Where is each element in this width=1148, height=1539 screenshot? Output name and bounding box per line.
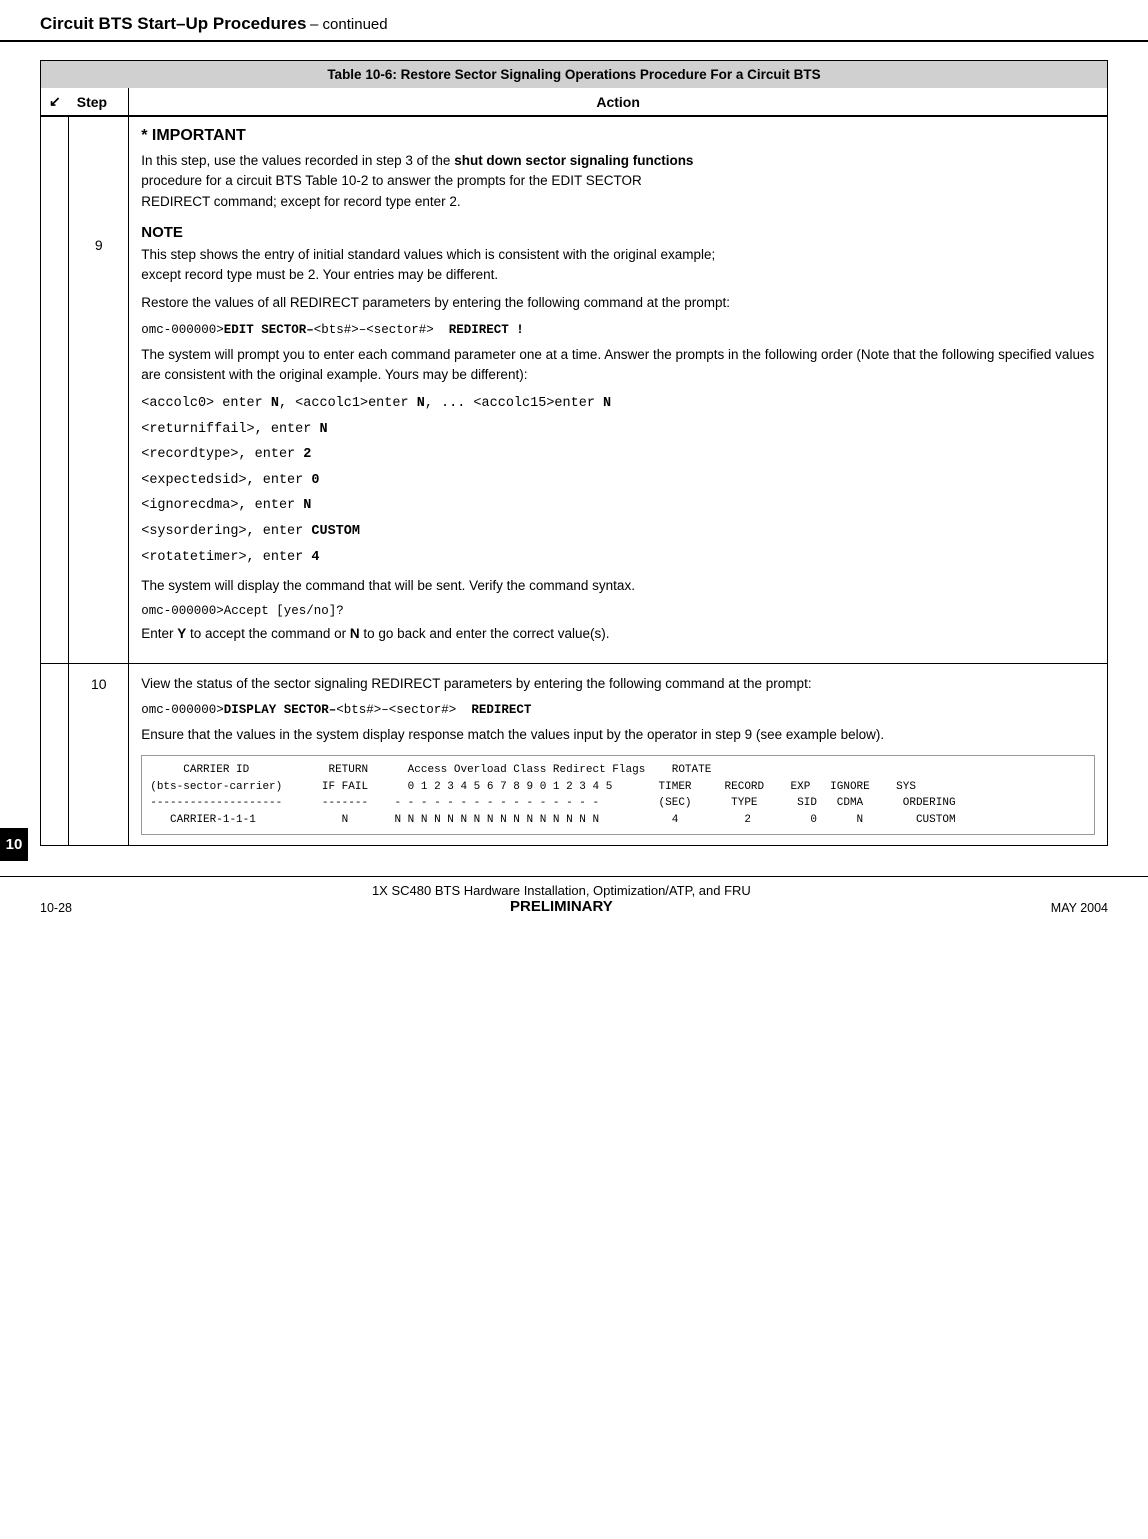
step-10-row: 10 View the status of the sector signali… [41, 663, 1108, 846]
table-caption: Table 10-6: Restore Sector Signaling Ope… [41, 61, 1108, 89]
param-line-2: <recordtype>, enter 2 [141, 444, 1095, 466]
command1: omc-000000>EDIT SECTOR–<bts#>–<sector#> … [141, 322, 1095, 337]
param-line-1: <returniffail>, enter N [141, 419, 1095, 441]
important-title: * IMPORTANT [141, 127, 1095, 145]
step10-number: 10 [69, 663, 129, 846]
header-step: Step [69, 88, 129, 116]
disp-suffix: REDIRECT [456, 703, 531, 717]
procedure-table: Table 10-6: Restore Sector Signaling Ope… [40, 60, 1108, 846]
data-table-block: CARRIER ID RETURN Access Overload Class … [141, 755, 1095, 835]
header-action: Action [129, 88, 1108, 116]
page-wrapper: Circuit BTS Start–Up Procedures – contin… [0, 0, 1148, 921]
restore-text: Restore the values of all REDIRECT param… [141, 293, 1095, 313]
step-9-row: 9 * IMPORTANT In this step, use the valu… [41, 116, 1108, 663]
main-content: Table 10-6: Restore Sector Signaling Ope… [0, 42, 1148, 856]
page-side-number: 10 [0, 828, 28, 861]
table-header-row: ↙ Step Action [41, 88, 1108, 116]
footer-page-left: 10-28 [40, 901, 72, 915]
page-footer: 10-28 1X SC480 BTS Hardware Installation… [0, 876, 1148, 921]
prompt-intro: The system will prompt you to enter each… [141, 345, 1095, 386]
page-header-title: Circuit BTS Start–Up Procedures – contin… [40, 14, 388, 34]
disp-bold: DISPLAY SECTOR– [224, 703, 337, 717]
footer-date: MAY 2004 [1051, 901, 1108, 915]
important-text: In this step, use the values recorded in… [141, 151, 1095, 212]
header-chevron: ↙ [41, 88, 69, 116]
note-text: This step shows the entry of initial sta… [141, 245, 1095, 286]
note-title: NOTE [141, 224, 1095, 241]
disp-prefix: omc-000000> [141, 703, 224, 717]
param-line-5: <sysordering>, enter CUSTOM [141, 521, 1095, 543]
view-text: View the status of the sector signaling … [141, 674, 1095, 694]
param-line-3: <expectedsid>, enter 0 [141, 470, 1095, 492]
ensure-text: Ensure that the values in the system dis… [141, 725, 1095, 745]
enter-y-text: Enter Y to accept the command or N to go… [141, 624, 1095, 644]
cmd1-mid: <bts#>–<sector#> [314, 323, 434, 337]
step9-number: 9 [69, 116, 129, 663]
footer-center: 1X SC480 BTS Hardware Installation, Opti… [372, 883, 751, 915]
step10-chevron [41, 663, 69, 846]
table-caption-row: Table 10-6: Restore Sector Signaling Ope… [41, 61, 1108, 89]
param-line-0: <accolc0> enter N, <accolc1>enter N, ...… [141, 393, 1095, 415]
cmd1-bold: EDIT SECTOR– [224, 323, 314, 337]
cmd1-suffix: REDIRECT ! [434, 323, 524, 337]
cmd1-prefix: omc-000000> [141, 323, 224, 337]
param-line-4: <ignorecdma>, enter N [141, 495, 1095, 517]
step9-chevron [41, 116, 69, 663]
footer-main-text: 1X SC480 BTS Hardware Installation, Opti… [372, 883, 751, 898]
command2: omc-000000>Accept [yes/no]? [141, 604, 1095, 618]
step9-action: * IMPORTANT In this step, use the values… [129, 116, 1108, 663]
footer-sub-text: PRELIMINARY [372, 898, 751, 915]
display-command: omc-000000>DISPLAY SECTOR–<bts#>–<sector… [141, 702, 1095, 717]
disp-mid: <bts#>–<sector#> [336, 703, 456, 717]
param-line-6: <rotatetimer>, enter 4 [141, 547, 1095, 569]
step10-action: View the status of the sector signaling … [129, 663, 1108, 846]
page-header: Circuit BTS Start–Up Procedures – contin… [0, 0, 1148, 42]
verify-text: The system will display the command that… [141, 576, 1095, 596]
